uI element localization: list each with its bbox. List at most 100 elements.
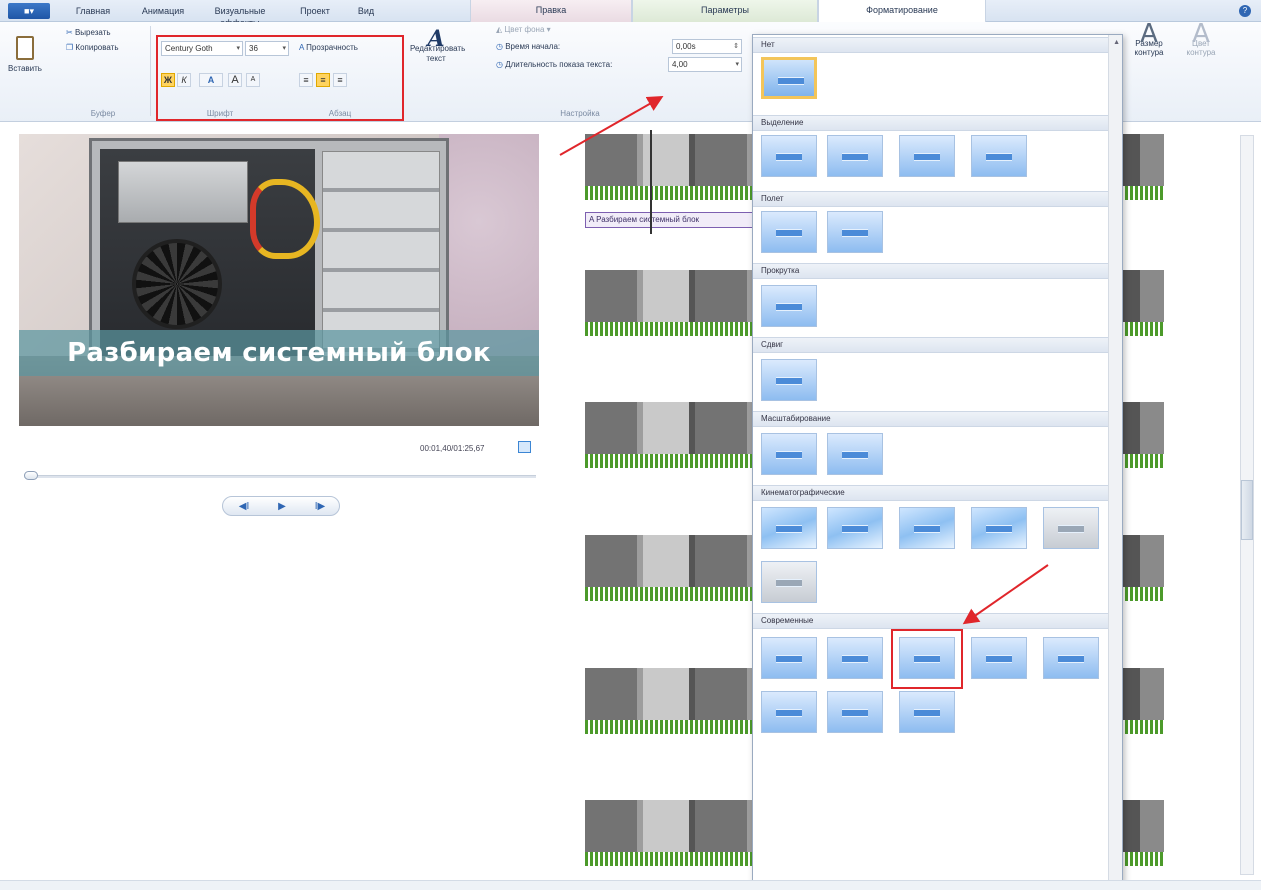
storyboard-scrollbar-thumb[interactable]	[1241, 480, 1253, 540]
storyboard-clip[interactable]	[585, 535, 755, 601]
effect-contemporary-6[interactable]	[761, 691, 817, 733]
storyboard-clip[interactable]	[585, 270, 755, 336]
start-time-input[interactable]: 0,00s ⇕	[672, 39, 742, 54]
duration-input[interactable]: 4,00 ▾	[668, 57, 742, 72]
storyboard-clip-edge[interactable]	[1120, 800, 1164, 866]
tab-view[interactable]: Вид	[352, 5, 380, 22]
spinner-icon[interactable]: ⇕	[733, 40, 739, 53]
caption-clip[interactable]: A Разбираем системный блок	[585, 212, 755, 228]
storyboard-clip[interactable]	[585, 134, 755, 200]
effect-contemporary-8[interactable]	[899, 691, 955, 733]
effect-fly-1[interactable]	[761, 211, 817, 253]
video-preview[interactable]: Разбираем системный блок	[19, 134, 539, 426]
audio-waveform	[585, 322, 755, 336]
cut-button[interactable]: ✂ Вырезать	[66, 27, 111, 39]
storyboard-clip[interactable]	[585, 668, 755, 734]
effect-cinematic-2[interactable]	[827, 507, 883, 549]
start-time-text: Время начала:	[505, 42, 561, 51]
tab-project[interactable]: Проект	[298, 5, 332, 22]
chevron-down-icon: ▾	[735, 61, 739, 68]
effect-contemporary-4[interactable]	[971, 637, 1027, 679]
storyboard-clip-edge[interactable]	[1120, 134, 1164, 200]
effect-cinematic-3[interactable]	[899, 507, 955, 549]
effect-contemporary-7[interactable]	[827, 691, 883, 733]
fullscreen-icon[interactable]	[518, 441, 531, 453]
effect-contemporary-5[interactable]	[1043, 637, 1099, 679]
effect-cinematic-6[interactable]	[761, 561, 817, 603]
effect-contemporary-1[interactable]	[761, 637, 817, 679]
effect-scroll-1[interactable]	[761, 285, 817, 327]
tab-edit[interactable]: Правка	[470, 0, 632, 22]
preview-wires	[250, 179, 320, 259]
paste-button[interactable]: Вставить	[6, 36, 44, 74]
gallery-scrollbar[interactable]: ▲	[1108, 35, 1122, 889]
audio-waveform	[1120, 186, 1164, 200]
effect-zoom-2[interactable]	[827, 433, 883, 475]
section-contemporary: Современные	[753, 613, 1122, 629]
storyboard-clip-edge[interactable]	[1120, 270, 1164, 336]
audio-waveform	[1120, 587, 1164, 601]
effect-cinematic-4[interactable]	[971, 507, 1027, 549]
outline-color-button[interactable]: A Цвет контура	[1178, 21, 1224, 57]
effect-highlight-3[interactable]	[899, 135, 955, 177]
clip-thumbnails	[1120, 134, 1164, 186]
playhead[interactable]	[650, 130, 652, 234]
audio-waveform	[585, 186, 755, 200]
storyboard-clip-edge[interactable]	[1120, 668, 1164, 734]
seek-slider[interactable]	[24, 475, 536, 478]
play-button[interactable]: ▶	[265, 499, 299, 514]
effect-fly-2[interactable]	[827, 211, 883, 253]
section-pan: Сдвиг	[753, 337, 1122, 353]
edit-text-icon: A	[427, 26, 445, 52]
effect-contemporary-2[interactable]	[827, 637, 883, 679]
caption-text: Разбираем системный блок	[67, 338, 491, 368]
effect-cinematic-5[interactable]	[1043, 507, 1099, 549]
status-bar	[0, 880, 1261, 890]
storyboard-clip[interactable]	[585, 402, 755, 468]
start-time-value: 0,00s	[676, 42, 696, 51]
preview-fan	[132, 239, 222, 329]
effect-highlight-2[interactable]	[827, 135, 883, 177]
start-time-label: ◷ Время начала:	[496, 41, 560, 53]
storyboard-clip[interactable]	[585, 800, 755, 866]
tab-home[interactable]: Главная	[70, 5, 116, 22]
duration-label: ◷ Длительность показа текста:	[496, 59, 612, 71]
copy-button[interactable]: ❐ Копировать	[66, 42, 118, 54]
effect-pan-1[interactable]	[761, 359, 817, 401]
cut-label: Вырезать	[74, 28, 111, 37]
clip-thumbnails	[1120, 800, 1164, 852]
app-menu-button[interactable]: ■▾	[8, 3, 50, 19]
seek-slider-thumb[interactable]	[24, 471, 38, 480]
section-highlight: Выделение	[753, 115, 1122, 131]
clip-thumbnails	[585, 535, 755, 587]
effect-cinematic-1[interactable]	[761, 507, 817, 549]
edit-text-button[interactable]: A Редактировать текст	[410, 26, 465, 64]
next-frame-button[interactable]: I▶	[303, 499, 337, 514]
effect-highlight-1[interactable]	[761, 135, 817, 177]
chevron-down-icon: ▾	[544, 25, 551, 34]
clip-thumbnails	[585, 270, 755, 322]
background-color-button[interactable]: ◭ Цвет фона ▾	[496, 24, 551, 36]
duration-value: 4,00	[672, 60, 688, 69]
tab-visual-effects[interactable]: Визуальные эффекты	[196, 5, 284, 28]
effect-highlight-4[interactable]	[971, 135, 1027, 177]
storyboard-clip-edge[interactable]	[1120, 402, 1164, 468]
tab-options[interactable]: Параметры	[632, 0, 818, 22]
audio-waveform	[585, 852, 755, 866]
audio-waveform	[1120, 852, 1164, 866]
section-scroll: Прокрутка	[753, 263, 1122, 279]
effect-zoom-1[interactable]	[761, 433, 817, 475]
scroll-up-icon[interactable]: ▲	[1113, 39, 1120, 46]
outline-size-button[interactable]: A Размер контура	[1126, 21, 1172, 57]
paste-label: Вставить	[8, 64, 42, 73]
tab-animation[interactable]: Анимация	[138, 5, 188, 22]
help-icon[interactable]: ?	[1239, 5, 1251, 17]
previous-frame-button[interactable]: ◀I	[227, 499, 261, 514]
contemporary-effect-highlight	[891, 629, 963, 689]
effect-none[interactable]	[761, 57, 817, 99]
tab-formatting[interactable]: Форматирование	[818, 0, 986, 23]
audio-waveform	[585, 587, 755, 601]
section-none: Нет	[753, 37, 1122, 53]
audio-waveform	[1120, 720, 1164, 734]
storyboard-clip-edge[interactable]	[1120, 535, 1164, 601]
